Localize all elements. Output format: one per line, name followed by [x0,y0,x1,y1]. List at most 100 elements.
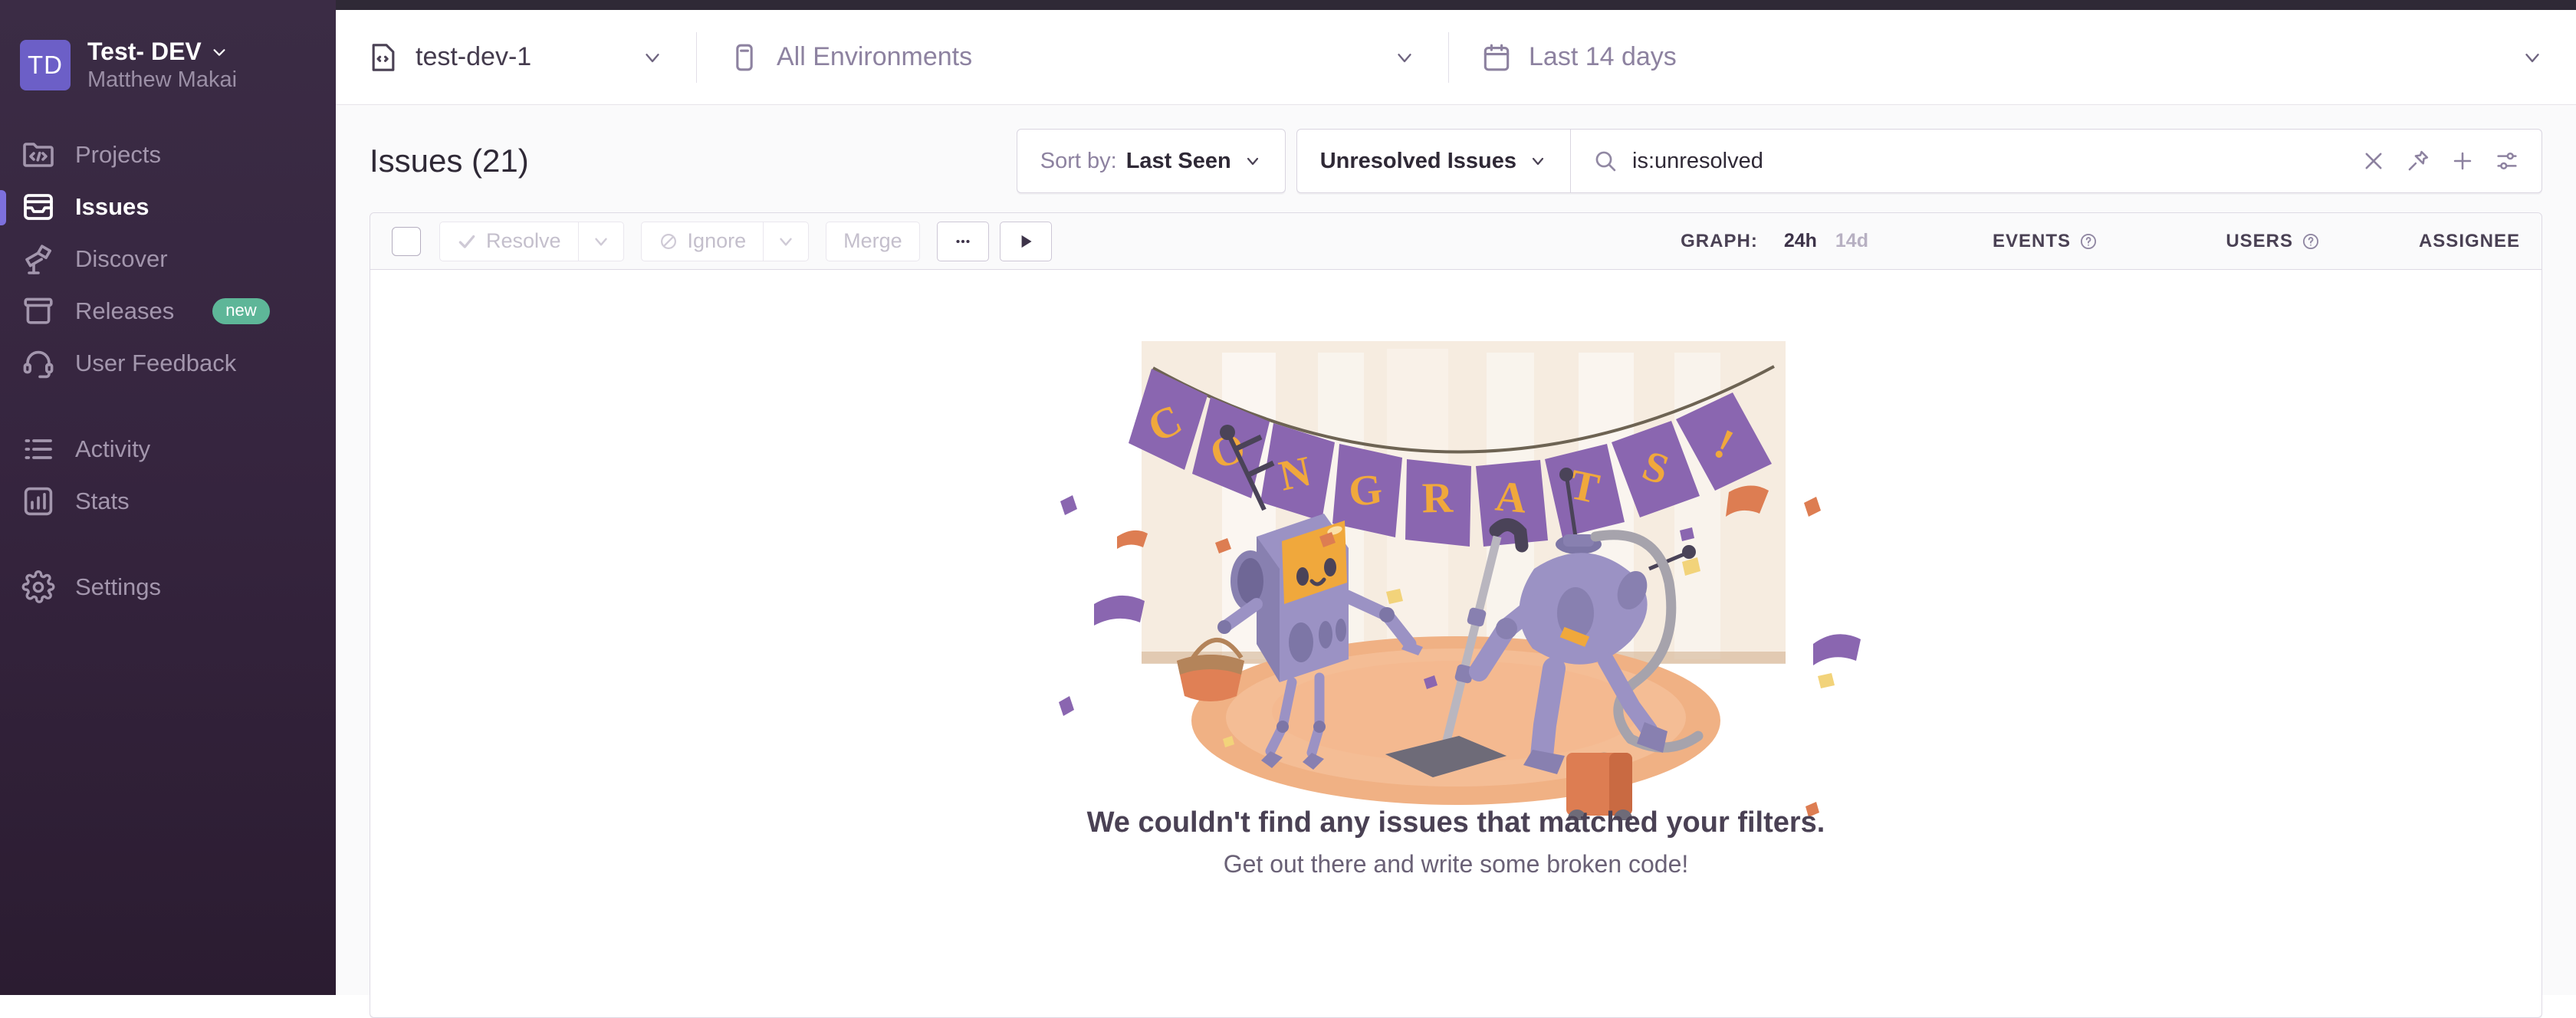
save-search-icon[interactable] [2450,148,2476,174]
page-title: Issues (21) [370,143,529,179]
sidebar-item-label: Discover [75,245,168,273]
search-actions [2361,148,2520,174]
assignee-label: ASSIGNEE [2418,230,2520,251]
project-selector[interactable]: test-dev-1 [336,10,696,104]
more-actions-button[interactable] [936,221,989,261]
org-name-row: Test- DEV [87,38,237,66]
search-box[interactable] [1570,129,2542,193]
users-label: USERS [2226,230,2293,251]
sidebar: TD Test- DEV Matthew Makai Projects Issu… [0,0,336,995]
chevron-down-icon [1398,53,1411,62]
chevron-down-icon [213,49,225,56]
graph-period-toggle: 24h 14d [1784,230,1868,252]
events-column-header: EVENTS [1868,231,2098,252]
sidebar-item-issues[interactable]: Issues [0,181,336,233]
environment-name: All Environments [777,42,973,71]
org-switcher[interactable]: TD Test- DEV Matthew Makai [0,28,336,103]
main-content: Issues (21) Sort by: Last Seen Unresolve… [336,105,2576,1018]
empty-state-subtitle: Get out there and write some broken code… [1223,850,1689,878]
events-label: EVENTS [1992,230,2071,251]
releases-new-badge: new [212,298,270,325]
realtime-play-button[interactable] [999,221,1052,261]
svg-text:G: G [1346,465,1385,516]
saved-search-dropdown[interactable]: Unresolved Issues [1296,129,1570,193]
mute-icon [660,233,676,249]
resolve-button[interactable]: Resolve [439,221,578,261]
graph-column-header: GRAPH: 24h 14d [1681,230,1868,252]
nav-divider-gap-2 [0,527,336,561]
sidebar-item-label: Settings [75,573,162,601]
resolve-button-group: Resolve [439,221,624,261]
saved-search-value: Unresolved Issues [1319,148,1516,173]
sidebar-item-settings[interactable]: Settings [0,561,336,613]
play-icon [1021,235,1032,248]
search-input[interactable] [1632,148,2347,174]
help-icon[interactable] [2301,232,2321,251]
sidebar-item-discover[interactable]: Discover [0,233,336,285]
calendar-icon [1480,41,1513,74]
date-range-label: Last 14 days [1529,42,1677,71]
project-icon [366,41,400,74]
nav-group-secondary: Activity Stats [0,423,336,527]
headset-icon [20,345,57,382]
graph-period-24h[interactable]: 24h [1784,230,1817,252]
gear-icon [20,569,57,606]
search-wrap: Unresolved Issues [1296,129,2542,193]
sort-by-value: Last Seen [1125,148,1231,173]
svg-text:A: A [1493,472,1529,522]
sidebar-item-projects[interactable]: Projects [0,129,336,181]
pin-search-icon[interactable] [2405,148,2431,174]
chevron-down-icon [1532,157,1544,166]
filters-row: Issues (21) Sort by: Last Seen Unresolve… [370,128,2542,194]
sidebar-item-label: User Feedback [75,350,237,377]
ellipsis-icon [956,239,970,243]
project-name: test-dev-1 [416,42,532,71]
package-icon [20,293,57,330]
environment-icon [728,41,761,74]
sidebar-item-stats[interactable]: Stats [0,475,336,527]
environment-selector[interactable]: All Environments [697,10,1448,104]
graph-period-14d[interactable]: 14d [1835,230,1868,252]
filters-controls: Sort by: Last Seen Unresolved Issues [1016,129,2542,193]
toolbar-columns: GRAPH: 24h 14d EVENTS USERS ASSIGNEE [1681,230,2520,252]
empty-state-title: We couldn't find any issues that matched… [1086,806,1825,839]
chevron-down-icon [1247,157,1258,166]
org-username: Matthew Makai [87,67,238,92]
check-icon [458,235,475,248]
merge-button[interactable]: Merge [826,221,920,261]
sort-by-dropdown[interactable]: Sort by: Last Seen [1016,129,1286,193]
congrats-robots-illustration: C O N G R A T S ! [1059,341,1861,820]
ignore-button[interactable]: Ignore [640,221,764,261]
sidebar-item-label: Issues [75,193,150,221]
ignore-dropdown-button[interactable] [763,221,810,261]
global-header: test-dev-1 All Environments Last 14 days [336,10,2576,105]
telescope-icon [20,241,57,277]
help-icon[interactable] [2078,232,2098,251]
issues-toolbar: Resolve Ignore Merge GRAPH: 24h 14d EVEN… [370,213,2542,270]
sidebar-item-label: Projects [75,141,161,169]
ignore-button-group: Ignore [640,221,810,261]
users-column-header: USERS [2098,231,2321,252]
graph-label: GRAPH: [1681,230,1758,251]
empty-state: C O N G R A T S ! We couldn't find any i… [370,270,2542,1017]
chevron-down-icon [646,53,659,62]
nav-group-primary: Projects Issues Discover Releases new Us… [0,129,336,389]
org-name: Test- DEV [87,38,202,65]
sidebar-item-activity[interactable]: Activity [0,423,336,475]
sidebar-item-user-feedback[interactable]: User Feedback [0,337,336,389]
resolve-label: Resolve [486,229,561,252]
date-range-selector[interactable]: Last 14 days [1449,10,2576,104]
sidebar-item-releases[interactable]: Releases new [0,285,336,337]
sidebar-item-label: Activity [75,435,151,463]
sidebar-nav: Projects Issues Discover Releases new Us… [0,129,336,613]
window-top-strip [0,0,2576,10]
list-icon [20,431,57,468]
resolve-dropdown-button[interactable] [577,221,624,261]
search-icon [1595,151,1616,172]
org-avatar: TD [20,40,71,91]
merge-label: Merge [843,229,902,252]
code-folder-icon [20,136,57,173]
search-settings-icon[interactable] [2494,148,2520,174]
clear-search-icon[interactable] [2361,148,2387,174]
select-all-checkbox[interactable] [392,226,421,256]
